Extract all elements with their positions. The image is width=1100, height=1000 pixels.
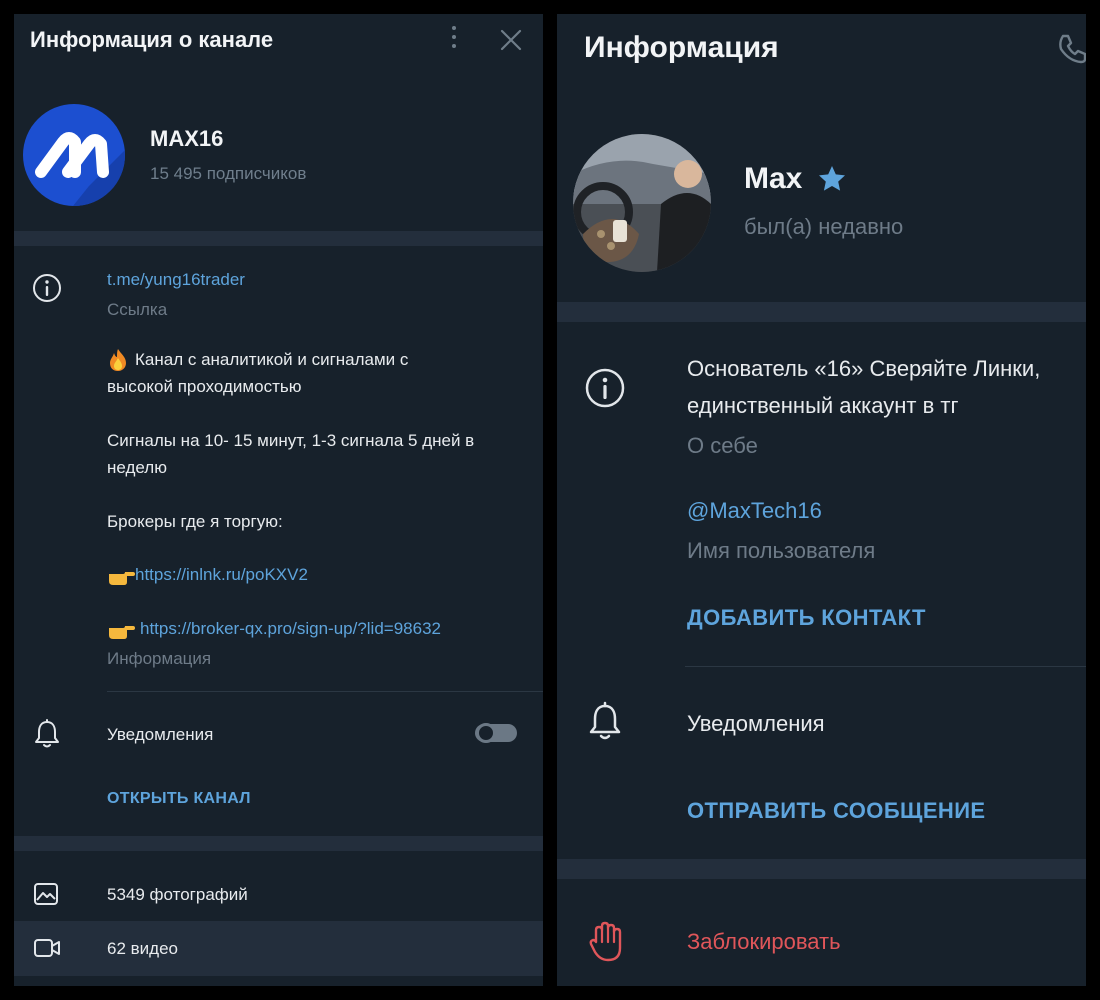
avatar xyxy=(573,134,711,272)
videos-row[interactable] xyxy=(14,921,543,976)
user-name: Max xyxy=(744,162,803,195)
subscriber-count: 15 495 подписчиков xyxy=(150,164,307,183)
section-separator xyxy=(557,302,1086,322)
description-line: неделю xyxy=(107,458,167,477)
bio-line: единственный аккаунт в тг xyxy=(687,393,959,418)
channel-info-panel: Информация о канале MAX16 15 495 подписч… xyxy=(14,14,543,986)
fire-icon xyxy=(107,348,129,372)
video-icon xyxy=(32,934,62,962)
videos-count[interactable]: 62 видео xyxy=(107,939,178,959)
info-icon xyxy=(583,366,627,410)
open-channel-button[interactable]: ОТКРЫТЬ КАНАЛ xyxy=(107,790,251,808)
panel-title: Информация xyxy=(584,31,779,64)
pointing-hand-icon xyxy=(107,620,135,640)
photo-icon xyxy=(32,880,60,908)
phone-icon[interactable] xyxy=(1057,32,1086,64)
description-line: Сигналы на 10- 15 минут, 1-3 сигнала 5 д… xyxy=(107,431,475,450)
info-caption: Информация xyxy=(107,649,212,668)
channel-link[interactable]: t.me/yung16trader xyxy=(107,270,245,290)
add-contact-button[interactable]: ДОБАВИТЬ КОНТАКТ xyxy=(687,605,926,631)
description-line: Канал с аналитикой и сигналами с xyxy=(135,350,409,369)
username-caption: Имя пользователя xyxy=(687,538,876,563)
notifications-label: Уведомления xyxy=(687,711,825,736)
broker-link[interactable]: https://inlnk.ru/poKXV2 xyxy=(135,565,308,585)
divider xyxy=(685,666,1086,667)
section-separator xyxy=(557,859,1086,879)
section-separator xyxy=(14,231,543,246)
photos-count[interactable]: 5349 фотографий xyxy=(107,885,248,905)
bio-caption: О себе xyxy=(687,433,758,458)
close-icon[interactable] xyxy=(497,26,525,54)
description-line: Брокеры где я торгую: xyxy=(107,512,283,531)
description-line: высокой проходимостью xyxy=(107,377,302,396)
channel-avatar xyxy=(23,104,125,206)
block-hand-icon xyxy=(587,920,625,964)
more-vertical-icon[interactable] xyxy=(448,26,460,54)
notifications-label: Уведомления xyxy=(107,725,214,744)
star-icon xyxy=(817,164,847,194)
bio-line: Основатель «16» Сверяйте Линки, xyxy=(687,356,1041,381)
section-separator xyxy=(14,836,543,851)
bell-icon xyxy=(585,700,625,744)
bell-icon xyxy=(32,718,62,750)
info-icon xyxy=(31,272,63,304)
link-caption: Ссылка xyxy=(107,300,168,319)
user-info-panel: Информация Max был(а) недавно Основатель… xyxy=(557,14,1086,986)
channel-name: MAX16 xyxy=(150,126,224,151)
panel-title: Информация о канале xyxy=(30,27,274,52)
send-message-button[interactable]: ОТПРАВИТЬ СООБЩЕНИЕ xyxy=(687,798,986,824)
pointing-hand-icon xyxy=(107,566,135,586)
divider xyxy=(107,691,543,692)
last-seen-status: был(а) недавно xyxy=(744,214,904,239)
notifications-toggle[interactable] xyxy=(475,723,517,743)
username-link[interactable]: @MaxTech16 xyxy=(687,498,822,524)
broker-link[interactable]: https://broker-qx.pro/sign-up/?lid=98632 xyxy=(140,619,441,639)
block-user-button[interactable]: Заблокировать xyxy=(687,929,841,955)
